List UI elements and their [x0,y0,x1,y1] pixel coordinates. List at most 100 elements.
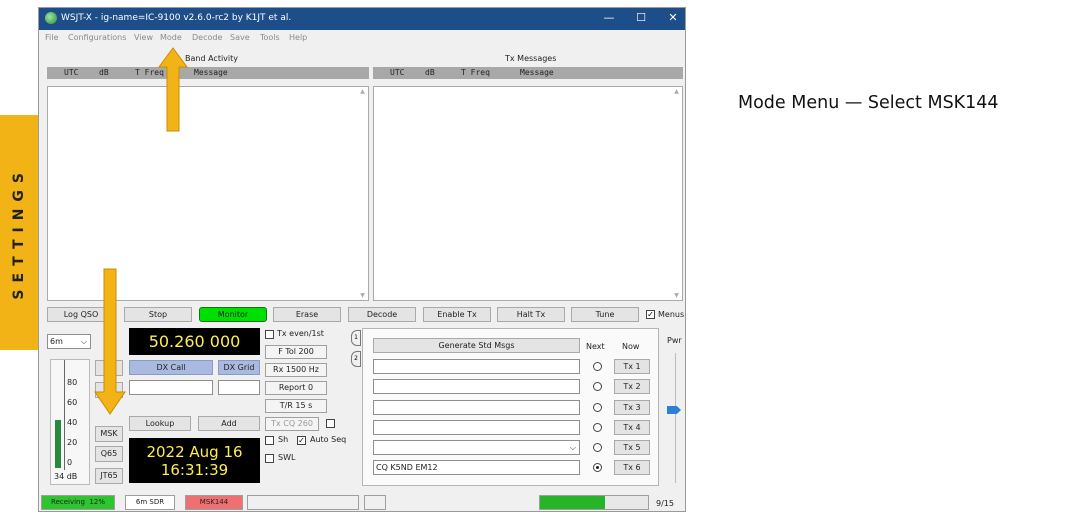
mode-jt65-button[interactable]: JT65 [95,468,123,484]
auto-seq-checkbox[interactable]: ✓ [297,436,306,445]
tx2-next-radio[interactable] [593,382,602,391]
menu-decode[interactable]: Decode [192,33,222,42]
tx2-button[interactable]: Tx 2 [614,379,650,394]
col-utc: UTC [64,68,79,77]
lookup-button[interactable]: Lookup [129,416,191,431]
receiving-status: Receiving 12% [41,495,115,510]
band-activity-scrollbar[interactable]: ▲ ▼ [358,88,367,299]
chevron-down-icon: ⌵ [80,337,87,346]
band-value: 6m [50,337,63,346]
tx-cq-spinbox[interactable]: Tx CQ 260 [265,417,319,431]
mode-q65-button[interactable]: Q65 [95,446,123,462]
status-blank-1 [247,495,359,510]
tab-1-label: 1 [354,334,358,341]
receiving-label: Receiving [51,498,85,506]
tx5-message-field[interactable]: ⌵ [373,440,580,455]
tx-cq-checkbox[interactable] [326,419,335,428]
meter-tick: 20 [67,438,78,447]
rx-freq-spinbox[interactable]: Rx 1500 Hz [265,363,327,377]
auto-seq-label: Auto Seq [310,435,347,444]
menu-save[interactable]: Save [230,33,250,42]
decode-button[interactable]: Decode [348,307,416,322]
dx-call-label: DX Call [129,360,213,375]
dx-call-input[interactable] [129,380,213,395]
wsjtx-window: WSJT-X - ig-name=IC-9100 v2.6.0-rc2 by K… [38,7,686,512]
tr-value: T/R 15 s [279,401,313,410]
report-spinbox[interactable]: Report 0 [265,381,327,395]
tr-period-spinbox[interactable]: T/R 15 s [265,399,327,413]
tx6-button[interactable]: Tx 6 [614,460,650,475]
rx-value: Rx 1500 Hz [273,365,319,374]
tx-cq-value: Tx CQ 260 [271,419,313,428]
meter-tick: 80 [67,378,78,387]
menu-bar: File Configurations View Mode Decode Sav… [39,30,685,45]
tx1-next-radio[interactable] [593,362,602,371]
slide-caption: Mode Menu — Select MSK144 [738,93,999,113]
generate-std-msgs-button[interactable]: Generate Std Msgs [373,338,580,353]
menus-checkbox[interactable]: ✓ [646,310,655,319]
menu-tools[interactable]: Tools [260,33,280,42]
tx3-next-radio[interactable] [593,403,602,412]
menu-configurations[interactable]: Configurations [68,33,126,42]
enable-tx-button[interactable]: Enable Tx [423,307,491,322]
time-display: 16:31:39 [160,461,229,479]
tx5-button[interactable]: Tx 5 [614,440,650,455]
status-blank-2 [364,495,386,510]
settings-label: SETTINGS [11,165,27,300]
erase-button[interactable]: Erase [273,307,341,322]
close-button[interactable]: ✕ [663,11,683,27]
minimize-button[interactable]: — [599,11,619,27]
meter-tick: 40 [67,418,78,427]
tx6-message-field[interactable]: CQ K5ND EM12 [373,460,580,475]
tx1-message-field[interactable] [373,359,580,374]
tab-1[interactable]: 1 [351,330,361,346]
tx5-next-radio[interactable] [593,443,602,452]
tx-messages-scrollbar[interactable]: ▲ ▼ [672,88,681,299]
ftol-value: F Tol 200 [278,347,314,356]
col-tfreq: T Freq [461,68,490,77]
col-utc: UTC [390,68,405,77]
now-column-label: Now [622,342,640,351]
tab-2[interactable]: 2 [351,351,361,367]
tune-button[interactable]: Tune [571,307,639,322]
maximize-button[interactable]: ☐ [631,11,651,27]
app-globe-icon [45,12,57,24]
tx6-next-radio[interactable] [593,463,602,472]
tx-messages-pane[interactable]: ▲ ▼ [373,86,683,301]
date-display: 2022 Aug 16 [146,443,243,461]
settings-side-tab: SETTINGS [0,115,38,350]
meter-tick: 60 [67,398,78,407]
tx4-next-radio[interactable] [593,423,602,432]
menu-file[interactable]: File [45,33,58,42]
tx-progress-bar [539,495,649,510]
halt-tx-button[interactable]: Halt Tx [497,307,565,322]
tx4-button[interactable]: Tx 4 [614,420,650,435]
tx-even-label: Tx even/1st [277,329,324,338]
stop-button[interactable]: Stop [124,307,192,322]
tx3-button[interactable]: Tx 3 [614,400,650,415]
col-message: Message [194,68,228,77]
menu-view[interactable]: View [134,33,153,42]
dx-grid-input[interactable] [218,380,260,395]
tx3-message-field[interactable] [373,400,580,415]
arrow-up-icon [158,47,188,132]
band-select[interactable]: 6m ⌵ [47,334,91,349]
mode-msk-button[interactable]: MSK [95,426,123,442]
swl-checkbox[interactable] [265,454,274,463]
add-button[interactable]: Add [198,416,260,431]
tx4-message-field[interactable] [373,420,580,435]
tx1-button[interactable]: Tx 1 [614,359,650,374]
ftol-spinbox[interactable]: F Tol 200 [265,345,327,359]
pwr-slider-track[interactable] [675,353,681,483]
dx-grid-label: DX Grid [218,360,260,375]
meter-bar [55,420,61,468]
tx-even-checkbox[interactable] [265,330,274,339]
menu-mode[interactable]: Mode [160,33,182,42]
menu-help[interactable]: Help [289,33,307,42]
monitor-button[interactable]: Monitor [199,307,267,322]
col-db: dB [99,68,109,77]
band-activity-header: UTC dB T Freq Message [47,67,369,79]
col-db: dB [425,68,435,77]
tx2-message-field[interactable] [373,379,580,394]
sh-checkbox[interactable] [265,436,274,445]
